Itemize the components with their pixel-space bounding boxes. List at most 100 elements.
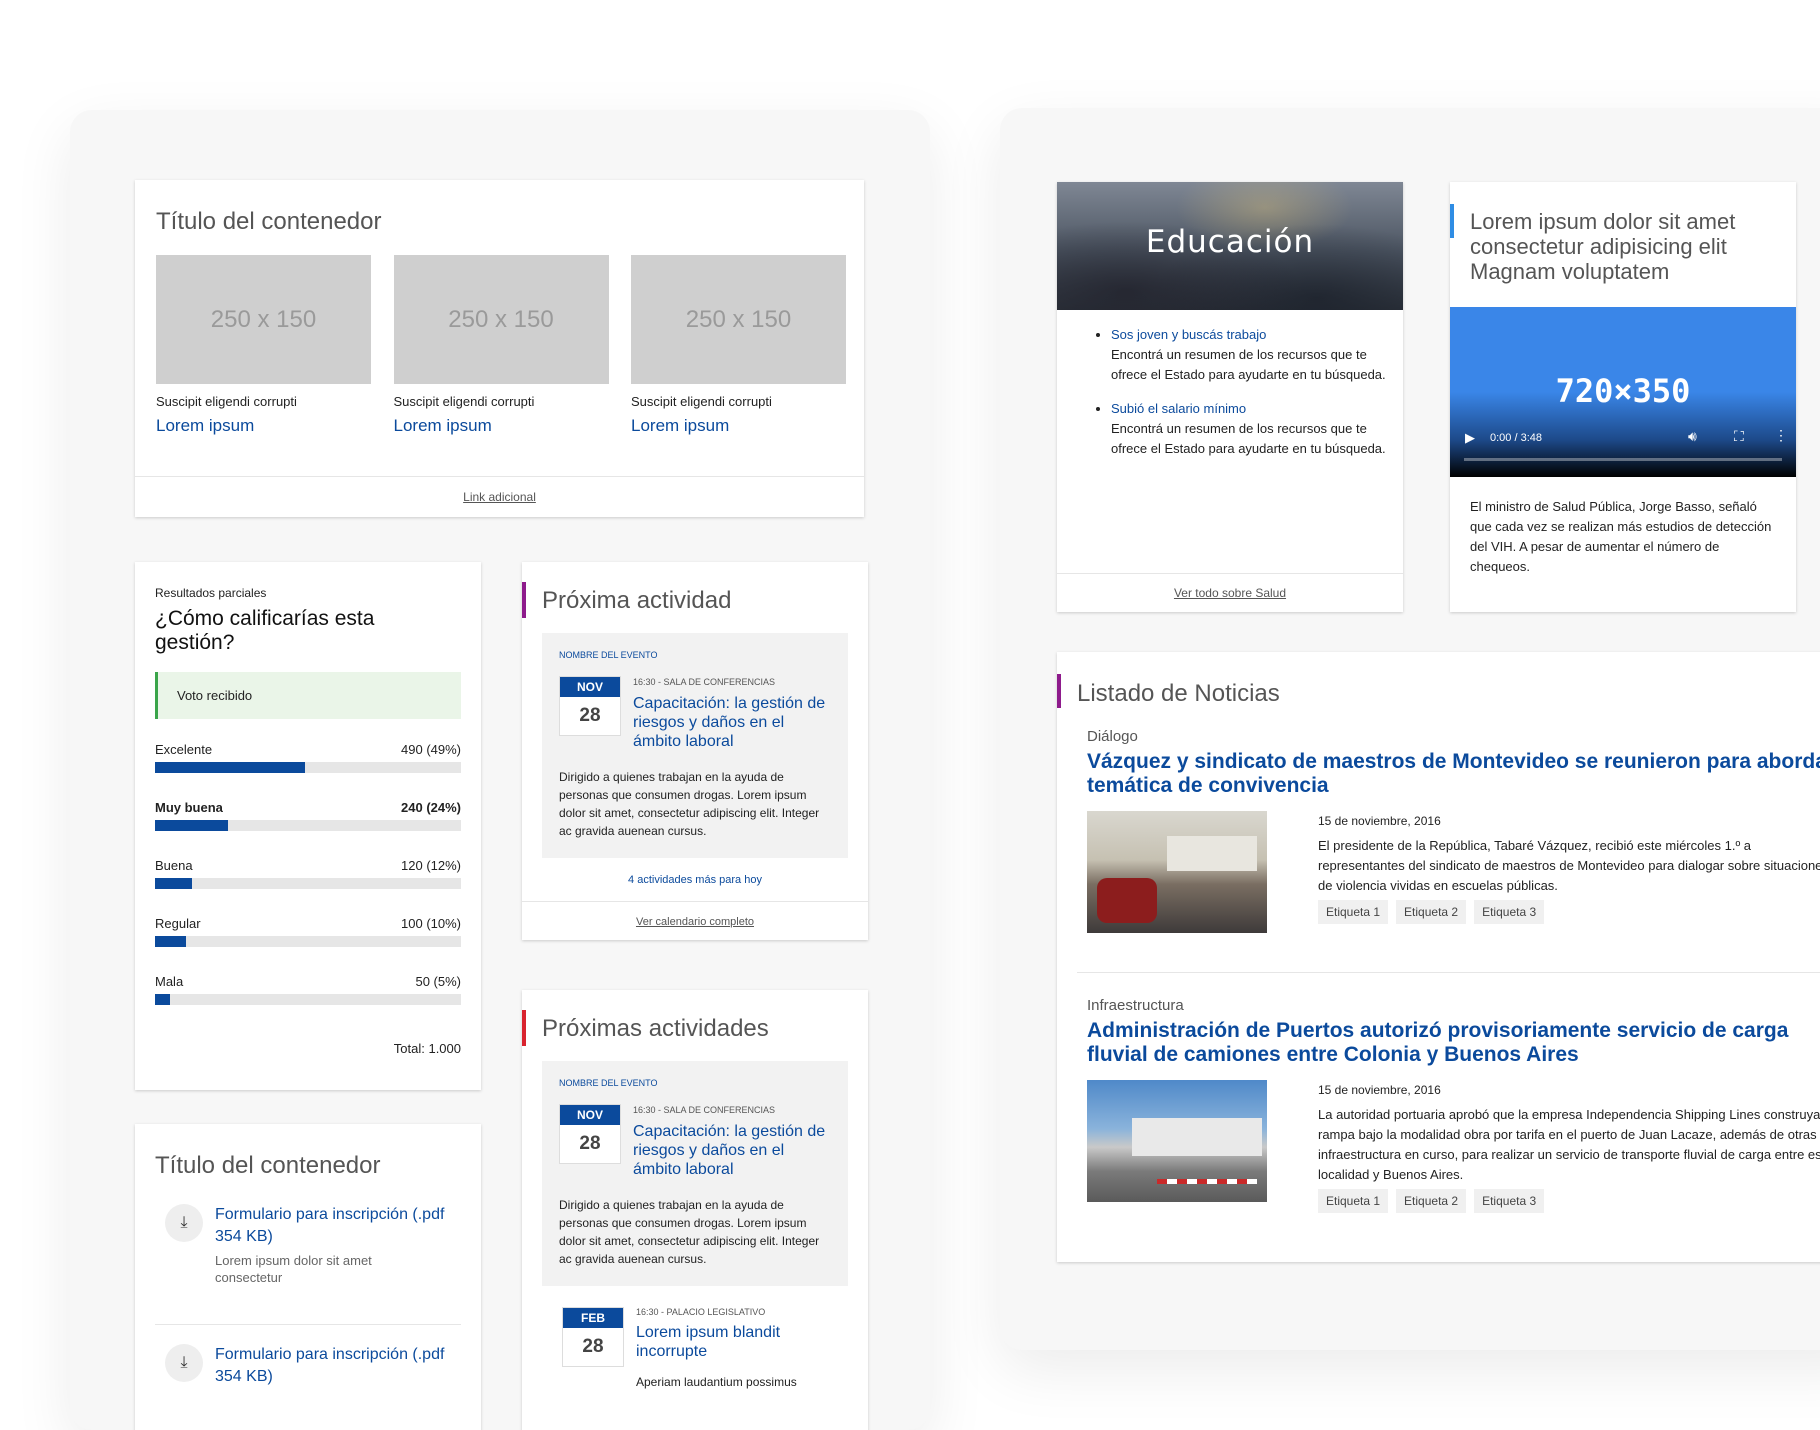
poll-option: Buena 120 (12%) bbox=[155, 858, 461, 916]
poll-option-value: 50 (5%) bbox=[415, 974, 461, 989]
news-item: Diálogo Vázquez y sindicato de maestros … bbox=[1087, 728, 1820, 958]
tag[interactable]: Etiqueta 2 bbox=[1396, 900, 1467, 924]
gallery-caption: Suscipit eligendi corrupti bbox=[156, 394, 297, 409]
poll-bar bbox=[155, 878, 461, 889]
photo-detail bbox=[1097, 878, 1157, 923]
video-progress-bar[interactable] bbox=[1464, 458, 1782, 461]
gallery-footer: Link adicional bbox=[135, 476, 864, 517]
news-category: Diálogo bbox=[1087, 728, 1138, 745]
news-photo bbox=[1087, 1080, 1267, 1202]
education-banner: Educación bbox=[1057, 182, 1403, 310]
news-date: 15 de noviembre, 2016 bbox=[1318, 1083, 1441, 1097]
gallery-link[interactable]: Lorem ipsum bbox=[394, 416, 609, 436]
poll-option-label: Buena bbox=[155, 858, 193, 873]
event-meta: 16:30 - SALA DE CONFERENCIAS bbox=[633, 1105, 776, 1115]
tag[interactable]: Etiqueta 1 bbox=[1318, 1189, 1389, 1213]
gallery-link[interactable]: Lorem ipsum bbox=[156, 416, 371, 436]
poll-card: Resultados parciales ¿Cómo calificarías … bbox=[135, 562, 481, 1090]
news-headline[interactable]: Administración de Puertos autorizó provi… bbox=[1087, 1019, 1797, 1067]
event-desc: Dirigido a quienes trabajan en la ayuda … bbox=[559, 1198, 820, 1266]
poll-option-label: Regular bbox=[155, 916, 201, 931]
gallery-item: 250 x 150 Suscipit eligendi corrupti Lor… bbox=[393, 255, 609, 436]
photo-detail bbox=[1132, 1118, 1262, 1156]
video-card: Lorem ipsum dolor sit amet consectetur a… bbox=[1450, 182, 1796, 612]
poll-bar bbox=[155, 994, 461, 1005]
calendar-date: NOV 28 bbox=[559, 1104, 621, 1164]
poll-option: Muy buena 240 (24%) bbox=[155, 800, 461, 858]
banner-title: Educación bbox=[1145, 224, 1315, 260]
tag[interactable]: Etiqueta 1 bbox=[1318, 900, 1389, 924]
see-all-health-link[interactable]: Ver todo sobre Salud bbox=[1174, 586, 1286, 600]
more-activities-link[interactable]: 4 actividades más para hoy bbox=[522, 874, 868, 886]
divider bbox=[155, 1324, 461, 1325]
event-desc: Aperiam laudantium possimus bbox=[636, 1375, 797, 1389]
event-title[interactable]: Lorem ipsum blandit incorrupte bbox=[636, 1323, 831, 1361]
event-title[interactable]: Capacitación: la gestión de riesgos y da… bbox=[633, 694, 828, 751]
education-link[interactable]: Subió el salario mínimo bbox=[1111, 399, 1401, 419]
video-time: 0:00 / 3:48 bbox=[1490, 432, 1542, 444]
list-item: Sos joven y buscás trabajo Encontrá un r… bbox=[1111, 325, 1401, 385]
gallery-caption: Suscipit eligendi corrupti bbox=[393, 394, 535, 409]
poll-option-label: Muy buena bbox=[155, 800, 223, 815]
download-title[interactable]: Formulario para inscripción (.pdf 354 KB… bbox=[215, 1344, 450, 1388]
card-footer: Ver calendario completo bbox=[522, 901, 868, 940]
tag[interactable]: Etiqueta 2 bbox=[1396, 1189, 1467, 1213]
news-headline[interactable]: Vázquez y sindicato de maestros de Monte… bbox=[1087, 750, 1820, 798]
image-placeholder: 250 x 150 bbox=[393, 255, 609, 384]
download-icon[interactable]: ⤓ bbox=[165, 1204, 203, 1242]
poll-option: Regular 100 (10%) bbox=[155, 916, 461, 974]
calendar-day: 28 bbox=[579, 1133, 601, 1154]
event-title[interactable]: Capacitación: la gestión de riesgos y da… bbox=[633, 1122, 828, 1179]
video-card-title: Lorem ipsum dolor sit amet consectetur a… bbox=[1470, 209, 1736, 284]
poll-bar-fill bbox=[155, 820, 229, 831]
poll-bar-fill bbox=[155, 878, 192, 889]
poll-option-value: 100 (10%) bbox=[401, 916, 461, 931]
tag[interactable]: Etiqueta 3 bbox=[1474, 900, 1545, 924]
download-icon[interactable]: ⤓ bbox=[165, 1344, 203, 1382]
next-activities-title: Próximas actividades bbox=[542, 1015, 769, 1042]
gallery-title: Título del contenedor bbox=[156, 208, 382, 235]
gallery-link[interactable]: Lorem ipsum bbox=[631, 416, 846, 436]
poll-option-label: Mala bbox=[155, 974, 184, 989]
image-placeholder: 250 x 150 bbox=[156, 255, 371, 384]
calendar-month: NOV bbox=[560, 1105, 620, 1125]
additional-link[interactable]: Link adicional bbox=[463, 490, 536, 504]
poll-bar-fill bbox=[155, 994, 171, 1005]
image-placeholder: 250 x 150 bbox=[631, 255, 846, 384]
calendar-month: NOV bbox=[560, 677, 620, 697]
photo-detail bbox=[1167, 836, 1257, 871]
downloads-card: Título del contenedor ⤓ Formulario para … bbox=[135, 1124, 481, 1430]
poll-total: Total: 1.000 bbox=[393, 1041, 461, 1056]
vote-notice: Voto recibido bbox=[155, 672, 461, 719]
news-text: La autoridad portuaria aprobó que la emp… bbox=[1318, 1107, 1820, 1182]
vote-notice-text: Voto recibido bbox=[177, 688, 253, 703]
tag[interactable]: Etiqueta 3 bbox=[1474, 1189, 1545, 1213]
more-options-icon[interactable]: ⋮ bbox=[1774, 427, 1788, 444]
event-kicker: NOMBRE DEL EVENTO bbox=[559, 1078, 658, 1088]
calendar-day: 28 bbox=[582, 1336, 604, 1357]
video-player[interactable]: 720×350 ▶ 0:00 / 3:48 🔊︎ ⛶ ⋮ bbox=[1450, 307, 1796, 477]
poll-results: Excelente 490 (49%) Muy buena 240 (24%) Buen… bbox=[155, 742, 461, 1032]
news-title: Listado de Noticias bbox=[1077, 680, 1280, 707]
calendar-month: FEB bbox=[563, 1308, 623, 1328]
left-panel: Título del contenedor 250 x 150 Suscipit… bbox=[70, 110, 930, 1430]
video-card-text: El ministro de Salud Pública, Jorge Bass… bbox=[1470, 499, 1772, 574]
accent-bar bbox=[522, 582, 526, 618]
education-link[interactable]: Sos joven y buscás trabajo bbox=[1111, 325, 1401, 345]
calendar-date: FEB 28 bbox=[562, 1307, 624, 1367]
play-icon[interactable]: ▶ bbox=[1465, 430, 1475, 446]
download-title[interactable]: Formulario para inscripción (.pdf 354 KB… bbox=[215, 1204, 450, 1248]
event-meta: 16:30 - PALACIO LEGISLATIVO bbox=[636, 1307, 766, 1317]
gallery-item: 250 x 150 Suscipit eligendi corrupti Lor… bbox=[156, 255, 371, 436]
poll-option: Mala 50 (5%) bbox=[155, 974, 461, 1032]
calendar-date: NOV 28 bbox=[559, 676, 621, 736]
full-calendar-link[interactable]: Ver calendario completo bbox=[636, 916, 754, 928]
next-activity-card: Próxima actividad NOMBRE DEL EVENTO NOV … bbox=[522, 562, 868, 940]
poll-option: Excelente 490 (49%) bbox=[155, 742, 461, 800]
news-category: Infraestructura bbox=[1087, 997, 1184, 1014]
fullscreen-icon[interactable]: ⛶ bbox=[1734, 428, 1744, 445]
accent-bar bbox=[1057, 674, 1061, 708]
downloads-title: Título del contenedor bbox=[155, 1152, 381, 1179]
volume-icon[interactable]: 🔊︎ bbox=[1688, 428, 1697, 445]
calendar-day: 28 bbox=[579, 705, 601, 726]
